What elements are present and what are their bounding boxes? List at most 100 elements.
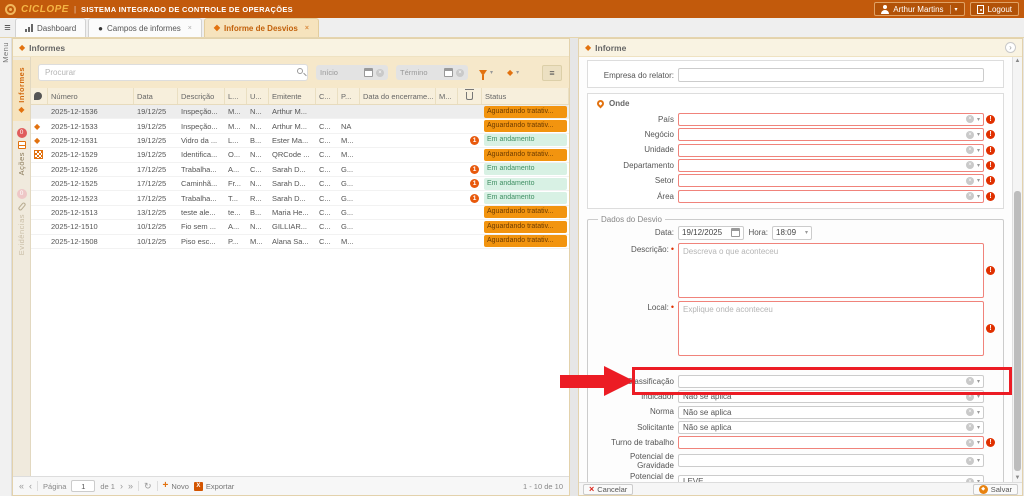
menu-toggle-icon[interactable]: ≡ (0, 19, 15, 37)
collapse-panel-icon[interactable]: › (1005, 42, 1016, 53)
table-row[interactable]: ◆2025-12-153119/12/25Vidro da ...L...B..… (31, 134, 569, 148)
first-page-button[interactable]: « (19, 482, 24, 491)
table-row[interactable]: 2025-12-153619/12/25Inspeção...M...N...A… (31, 105, 569, 119)
descricao-textarea[interactable] (678, 243, 984, 298)
side-tab-evidencias[interactable]: 0 Evidências (13, 182, 30, 262)
local-textarea[interactable] (678, 301, 984, 356)
exportar-button[interactable]: Exportar (194, 482, 234, 491)
data-input[interactable] (682, 228, 728, 237)
combo-field[interactable]: ×▾ (678, 159, 984, 172)
column-header-c[interactable]: C... (316, 88, 338, 104)
clear-icon[interactable]: × (966, 177, 974, 185)
novo-button[interactable]: + Novo (163, 481, 189, 491)
combo-field[interactable]: ×▾ (678, 113, 984, 126)
tab-informe-de-desvios[interactable]: ◆ Informe de Desvios × (204, 18, 319, 37)
column-header-m[interactable]: M... (436, 88, 458, 104)
chevron-down-icon[interactable]: ▾ (977, 424, 980, 431)
chevron-down-icon[interactable]: ▾ (977, 162, 980, 169)
chevron-down-icon[interactable]: ▾ (977, 193, 980, 200)
combo-field[interactable]: ×▾ (678, 128, 984, 141)
chevron-down-icon[interactable]: ▾ (977, 457, 980, 464)
combo-field[interactable]: LEVE×▾ (678, 475, 984, 482)
close-tab-icon[interactable]: × (305, 25, 309, 32)
view-options-button[interactable]: ≡ (542, 65, 562, 81)
table-row[interactable]: 2025-12-152617/12/25Trabalha...A...C...S… (31, 163, 569, 177)
chevron-down-icon[interactable]: ▾ (977, 409, 980, 416)
column-header-enc[interactable]: Data do encerrame... (360, 88, 436, 104)
combo-field[interactable]: ×▾ (678, 144, 984, 157)
table-row[interactable]: ◆2025-12-153319/12/25Inspeção...M...N...… (31, 119, 569, 133)
last-page-button[interactable]: » (128, 482, 133, 491)
side-tab-informes[interactable]: Informes ◆ (13, 60, 30, 121)
combo-field[interactable]: ×▾ (678, 436, 984, 449)
column-header-count[interactable] (458, 88, 482, 104)
next-page-button[interactable]: › (120, 482, 123, 491)
page-input[interactable] (71, 480, 95, 492)
menu-strip[interactable]: Menu (0, 38, 12, 496)
column-header-descricao[interactable]: Descrição (178, 88, 225, 104)
column-header-data[interactable]: Data (134, 88, 178, 104)
refresh-icon[interactable]: ↻ (144, 482, 152, 491)
data-field[interactable] (678, 226, 744, 240)
search-icon[interactable] (297, 68, 303, 74)
table-row[interactable]: 2025-12-151313/12/25teste ale...te...B..… (31, 206, 569, 220)
column-header-p[interactable]: P... (338, 88, 360, 104)
column-header-emitente[interactable]: Emitente (269, 88, 316, 104)
prev-page-button[interactable]: ‹ (29, 482, 32, 491)
table-row[interactable]: 2025-12-151010/12/25Fio sem ...A...N...G… (31, 220, 569, 234)
close-tab-icon[interactable]: × (188, 25, 192, 32)
calendar-icon[interactable] (444, 68, 453, 77)
chevron-down-icon[interactable]: ▾ (977, 116, 980, 123)
combo-field[interactable]: ×▾ (678, 174, 984, 187)
table-row[interactable]: 2025-12-150810/12/25Piso esc...P...M...A… (31, 235, 569, 249)
salvar-button[interactable]: Salvar (973, 484, 1018, 495)
inicio-input[interactable] (320, 68, 361, 77)
clear-icon[interactable]: × (966, 161, 974, 169)
side-tab-acoes[interactable]: 0 Ações (13, 121, 30, 182)
inicio-date-filter[interactable]: × (316, 65, 388, 80)
logout-button[interactable]: Logout (970, 2, 1019, 16)
chevron-down-icon[interactable]: ▾ (977, 131, 980, 138)
column-header-icon[interactable] (31, 88, 48, 104)
user-menu-button[interactable]: Arthur Martins ▾ (874, 2, 964, 16)
tab-dashboard[interactable]: Dashboard (15, 18, 86, 37)
clear-icon[interactable]: × (966, 115, 974, 123)
clear-icon[interactable]: × (966, 131, 974, 139)
search-input[interactable] (38, 64, 308, 81)
hora-field[interactable]: ▾ (772, 226, 812, 240)
termino-date-filter[interactable]: × (396, 65, 468, 80)
combo-field[interactable]: ×▾ (678, 454, 984, 467)
column-header-l[interactable]: L... (225, 88, 247, 104)
chevron-down-icon[interactable]: ▾ (977, 177, 980, 184)
filter-button[interactable]: ▾ (476, 65, 496, 81)
combo-field[interactable]: Não se aplica×▾ (678, 421, 984, 434)
scroll-down-icon[interactable]: ▼ (1013, 475, 1022, 481)
desvio-filter-button[interactable]: ◆ ▾ (504, 65, 522, 81)
scrollbar-thumb[interactable] (1014, 191, 1021, 471)
panel-splitter[interactable] (570, 38, 578, 496)
column-header-u[interactable]: U... (247, 88, 269, 104)
combo-field[interactable]: Não se aplica×▾ (678, 406, 984, 419)
calendar-icon[interactable] (364, 68, 373, 77)
clear-icon[interactable]: × (966, 192, 974, 200)
column-header-status[interactable]: Status (482, 88, 569, 104)
clear-icon[interactable]: × (966, 423, 974, 431)
column-header-numero[interactable]: Número (48, 88, 134, 104)
clear-icon[interactable]: × (966, 146, 974, 154)
table-row[interactable]: 2025-12-152919/12/25Identifica...O...N..… (31, 148, 569, 162)
form-scrollbar[interactable]: ▲ ▼ (1012, 57, 1022, 482)
hora-input[interactable] (776, 228, 802, 237)
clear-icon[interactable]: × (456, 69, 464, 77)
cancelar-button[interactable]: × Cancelar (583, 484, 633, 495)
calendar-icon[interactable] (731, 228, 740, 237)
table-row[interactable]: 2025-12-152317/12/25Trabalha...T...R...S… (31, 191, 569, 205)
scroll-up-icon[interactable]: ▲ (1013, 58, 1022, 64)
chevron-down-icon[interactable]: ▾ (977, 439, 980, 446)
clear-icon[interactable]: × (966, 457, 974, 465)
combo-field[interactable]: ×▾ (678, 190, 984, 203)
chevron-down-icon[interactable]: ▾ (977, 147, 980, 154)
clear-icon[interactable]: × (966, 439, 974, 447)
clear-icon[interactable]: × (376, 69, 384, 77)
table-row[interactable]: 2025-12-152517/12/25Caminhã...Fr...N...S… (31, 177, 569, 191)
termino-input[interactable] (400, 68, 441, 77)
